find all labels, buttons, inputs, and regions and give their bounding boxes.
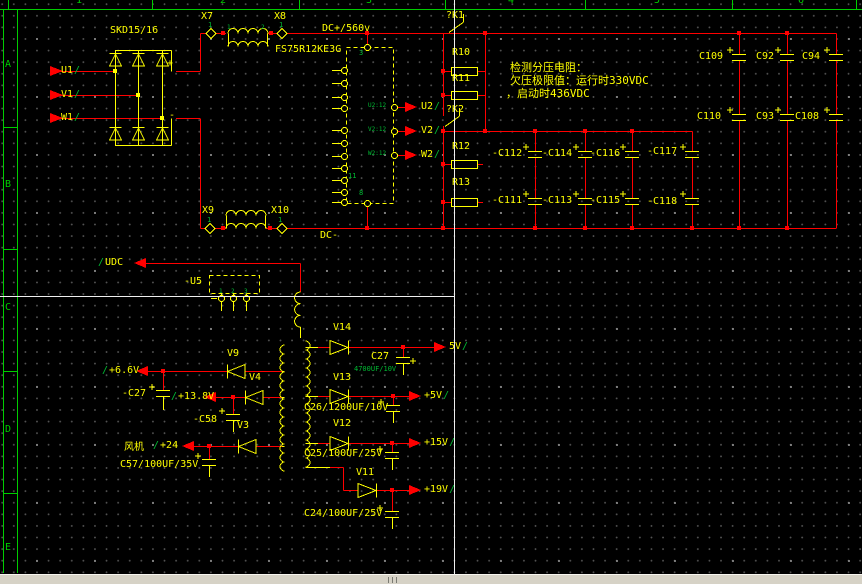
pin-x7-1: 1 [208, 22, 212, 29]
label-c58[interactable]: -C58 [193, 415, 217, 425]
port-w2[interactable]: W2/ [421, 150, 441, 160]
label-x9[interactable]: X9 [202, 206, 214, 216]
label-c94[interactable]: C94 [802, 52, 820, 62]
label-igbt[interactable]: FS75R12KE3G [275, 45, 341, 55]
port-udc[interactable]: /UDC [97, 258, 123, 268]
pin-x10-1: 1 [278, 217, 282, 224]
ruler-col-2: 2 [220, 0, 226, 6]
ref-w2: W2:12 [368, 151, 386, 157]
label-k1[interactable]: ?K1 [446, 11, 464, 21]
label-x10[interactable]: X10 [271, 206, 289, 216]
pin-u5-3: 3 [244, 289, 248, 295]
pin-igbt-3: 3 [359, 50, 363, 57]
port-15v[interactable]: +15V/ [424, 438, 456, 448]
label-c112[interactable]: -C112 [492, 149, 522, 159]
port-24v[interactable]: /+24 [152, 441, 178, 451]
net-junctions [161, 31, 789, 492]
connector-diamond-x7 [206, 29, 216, 39]
label-c27-main-value: 4700UF/10V [354, 366, 396, 373]
label-c92[interactable]: C92 [756, 52, 774, 62]
label-c114[interactable]: -C114 [542, 149, 572, 159]
annotation-line-2: 欠压极限值：运行时330VDC [510, 75, 649, 86]
ruler-row-d: D [5, 425, 11, 435]
label-dc-minus[interactable]: DC- [320, 231, 338, 241]
pin-u5-1: 1 [219, 289, 223, 295]
label-c109[interactable]: C109 [699, 52, 723, 62]
aux-power-transformer[interactable] [280, 292, 330, 471]
ref-u2: U2:12 [368, 103, 386, 109]
label-c27-aux[interactable]: -C27 [122, 389, 146, 399]
ruler-col-3: 3 [366, 0, 372, 6]
port-19v[interactable]: +19V/ [424, 485, 456, 495]
pin-igbt-11: 11 [348, 173, 356, 180]
port-v2[interactable]: V2/ [421, 126, 441, 136]
port-u2[interactable]: U2/ [421, 102, 441, 112]
port-13v8[interactable]: /+13.8V [170, 392, 214, 402]
pin-coil-1: 1 [227, 25, 231, 31]
ref-v2: V2:12 [368, 127, 386, 133]
label-c117[interactable]: -C117 [647, 147, 677, 157]
label-c113[interactable]: -C113 [542, 196, 572, 206]
pin-x8-1: 1 [279, 22, 283, 29]
ruler-row-c: C [5, 303, 11, 313]
label-k2[interactable]: ?K2 [446, 105, 464, 115]
label-c26[interactable]: C26/1200UF/10V [304, 403, 388, 413]
label-v13[interactable]: V13 [333, 373, 351, 383]
schematic-canvas[interactable]: 1 2 3 4 5 6 A B C D E SKD15/16 X7 X8 DC+… [0, 0, 862, 584]
pin-igbt-8: 8 [359, 190, 363, 197]
crosshair-vertical-line [454, 0, 455, 574]
label-bridge-minus: - [169, 111, 175, 121]
label-c115[interactable]: -C115 [590, 196, 620, 206]
ruler-row-b: B [5, 180, 11, 190]
port-v1[interactable]: V1/ [61, 90, 81, 100]
ruler-col-4: 4 [508, 0, 514, 6]
label-c118[interactable]: -C118 [647, 197, 677, 207]
ruler-row-a: A [5, 60, 11, 70]
igbt-module-fs75r12ke3g[interactable] [332, 45, 398, 207]
label-c116[interactable]: -C116 [590, 149, 620, 159]
label-c111[interactable]: -C111 [492, 196, 522, 206]
label-c57[interactable]: C57/100UF/35V [120, 460, 198, 470]
main-bus-cap-wires [740, 34, 788, 229]
label-c93[interactable]: C93 [756, 112, 774, 122]
scrollbar-grip[interactable] [388, 577, 400, 583]
label-v11[interactable]: V11 [356, 468, 374, 478]
ruler-col-6: 6 [798, 0, 804, 6]
pin-coil-2: 2 [261, 25, 265, 31]
port-plus5v[interactable]: +5V/ [424, 391, 450, 401]
udc-net [146, 264, 301, 293]
crosshair-horizontal-line [0, 296, 455, 297]
label-dc-plus[interactable]: DC+/560v [322, 24, 370, 34]
connector-diamond-x10 [277, 224, 287, 234]
annotation-line-1: 检测分压电阻： [510, 62, 587, 73]
port-w1[interactable]: W1/ [61, 113, 81, 123]
port-5v[interactable]: 5V/ [449, 342, 469, 352]
label-c25[interactable]: C25/100UF/25V [304, 449, 382, 459]
label-fan[interactable]: 风机 [124, 443, 144, 453]
pin-u5-2: 2 [231, 289, 235, 295]
port-u1[interactable]: U1/ [61, 66, 81, 76]
annotation-line-3: ，启动时436VDC [506, 88, 590, 99]
label-c108[interactable]: C108 [795, 112, 819, 122]
ruler-col-5: 5 [654, 0, 660, 6]
label-v12[interactable]: V12 [333, 419, 351, 429]
label-v3[interactable]: V3 [237, 421, 249, 431]
label-u5[interactable]: -U5 [184, 277, 202, 287]
label-v9[interactable]: V9 [227, 349, 239, 359]
ruler-row-e: E [5, 543, 11, 553]
label-bridge[interactable]: SKD15/16 [110, 26, 158, 36]
pin-x9-1: 1 [207, 217, 211, 224]
bridge-rectifier-skd15-16[interactable] [110, 50, 172, 146]
label-c110[interactable]: C110 [697, 112, 721, 122]
connector-diamond-x8 [277, 29, 287, 39]
label-bridge-plus: + [167, 59, 173, 69]
label-v14[interactable]: V14 [333, 323, 351, 333]
horizontal-scrollbar[interactable] [0, 574, 862, 584]
label-c24[interactable]: C24/100UF/25V [304, 509, 382, 519]
label-v4[interactable]: V4 [249, 373, 261, 383]
label-c27-main[interactable]: C27 [371, 352, 389, 362]
connector-diamond-x9 [205, 224, 215, 234]
ruler-col-1: 1 [76, 0, 82, 6]
port-6v6[interactable]: /+6.6V [101, 366, 139, 376]
